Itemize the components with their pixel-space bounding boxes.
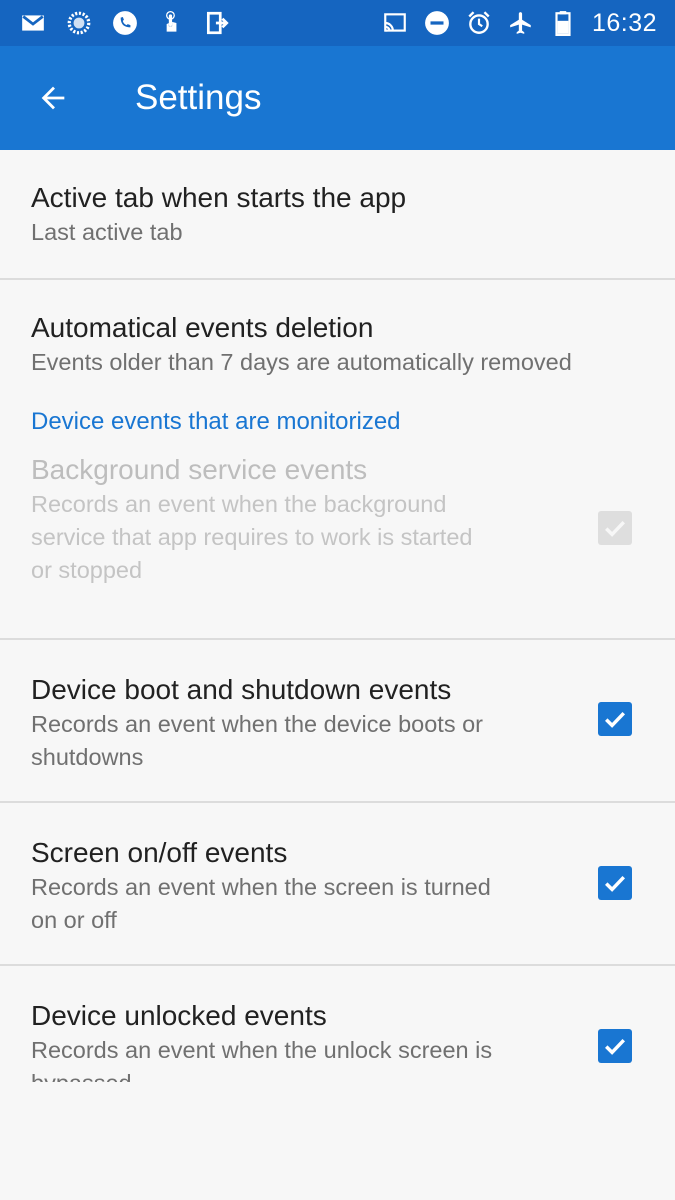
- pref-summary: Events older than 7 days are automatical…: [31, 349, 572, 375]
- arrow-back-icon: [41, 86, 65, 110]
- summary-line: or stopped: [31, 557, 143, 583]
- summary-line: shutdowns: [31, 744, 144, 770]
- page-title: Settings: [135, 78, 262, 117]
- gmail-icon: [20, 10, 46, 36]
- summary-line: Records an event when the background: [31, 491, 447, 517]
- pref-title: Active tab when starts the app: [31, 182, 407, 213]
- alarm-icon: [466, 10, 492, 36]
- background-service-checkbox: [598, 511, 632, 545]
- pref-title: Automatical events deletion: [31, 312, 374, 343]
- status-time: 16:32: [591, 8, 657, 37]
- summary-line: Records an event when the device boots o…: [31, 711, 483, 737]
- cast-icon: [382, 10, 408, 36]
- boot-shutdown-checkbox[interactable]: [598, 702, 632, 736]
- check-icon: [605, 520, 626, 537]
- settings-list: Active tab when starts the app Last acti…: [0, 150, 675, 1082]
- pref-screen-onoff[interactable]: Screen on/off events Records an event wh…: [0, 803, 675, 966]
- pref-summary: Records an event when the screen is turn…: [31, 871, 491, 937]
- pref-title: Screen on/off events: [31, 837, 288, 868]
- sync-icon: [66, 10, 92, 36]
- summary-line: Records an event when the screen is turn…: [31, 874, 491, 900]
- category-device-events: Device events that are monitorized: [0, 398, 675, 450]
- pref-background-service: Background service events Records an eve…: [0, 450, 675, 640]
- check-icon: [605, 875, 626, 892]
- pref-summary: Records an event when the unlock screen …: [31, 1034, 492, 1082]
- touch-icon: [158, 10, 184, 36]
- screen-onoff-checkbox[interactable]: [598, 866, 632, 900]
- pref-boot-shutdown[interactable]: Device boot and shutdown events Records …: [0, 640, 675, 803]
- pref-summary: Last active tab: [31, 219, 183, 245]
- check-icon: [605, 711, 626, 728]
- pref-title: Background service events: [31, 454, 368, 485]
- back-button[interactable]: [33, 78, 73, 118]
- summary-line: service that app requires to work is sta…: [31, 524, 473, 550]
- pref-auto-deletion[interactable]: Automatical events deletion Events older…: [0, 280, 675, 398]
- pref-summary: Records an event when the device boots o…: [31, 708, 483, 774]
- pref-unlocked[interactable]: Device unlocked events Records an event …: [0, 966, 675, 1082]
- check-icon: [605, 1038, 626, 1055]
- battery-icon: [550, 10, 576, 36]
- summary-line: Records an event when the unlock screen …: [31, 1037, 493, 1063]
- pref-summary: Records an event when the background ser…: [31, 488, 472, 587]
- phone-icon: [112, 10, 138, 36]
- status-bar: 16:32: [0, 0, 675, 46]
- summary-line: bypassed: [31, 1067, 492, 1082]
- pref-title: Device boot and shutdown events: [31, 674, 452, 705]
- unlocked-checkbox[interactable]: [598, 1029, 632, 1063]
- exit-icon: [204, 10, 230, 36]
- category-header: Device events that are monitorized: [31, 408, 401, 435]
- pref-active-tab[interactable]: Active tab when starts the app Last acti…: [0, 150, 675, 280]
- do-not-disturb-icon: [424, 10, 450, 36]
- summary-line: on or off: [31, 907, 117, 933]
- pref-title: Device unlocked events: [31, 1000, 327, 1031]
- airplane-mode-icon: [508, 10, 534, 36]
- app-bar: Settings: [0, 46, 675, 150]
